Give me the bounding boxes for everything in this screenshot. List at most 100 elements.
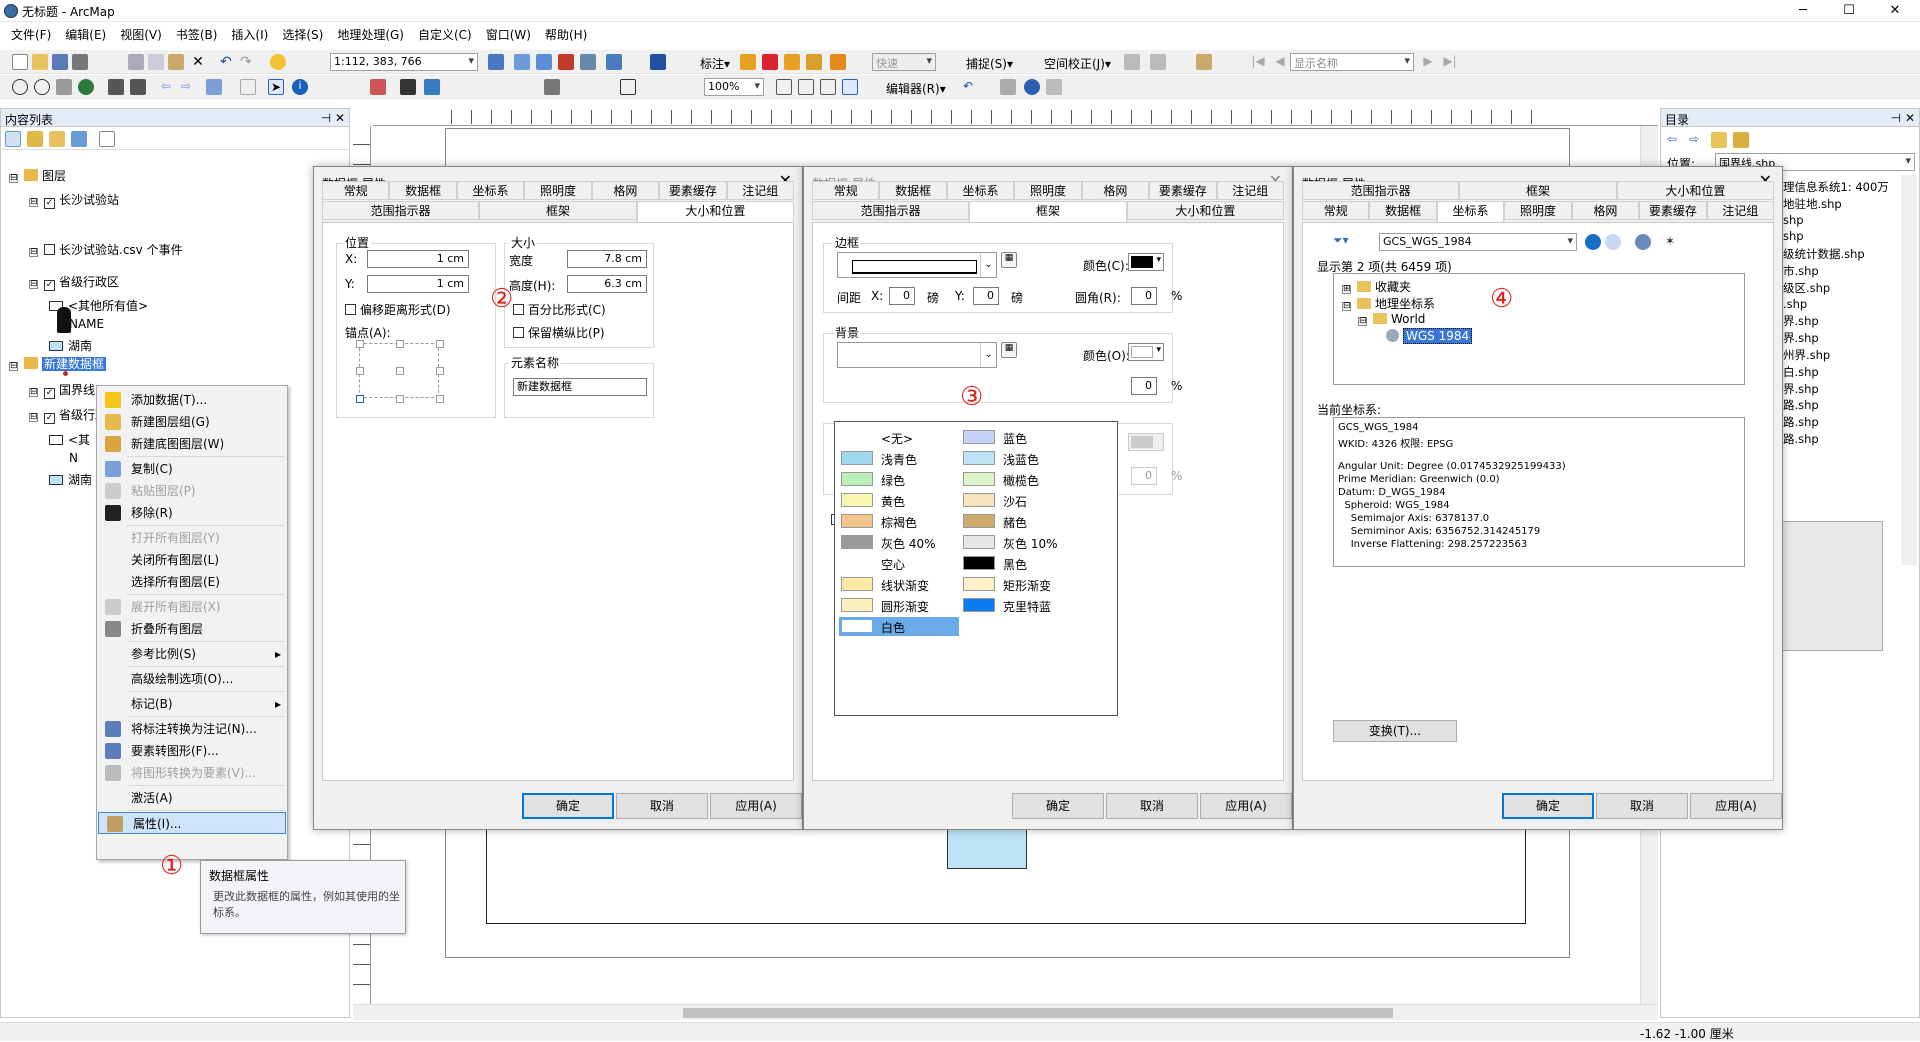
copy-icon[interactable] [148, 54, 164, 70]
element-name-field[interactable]: 新建数据框 [513, 378, 647, 396]
expand-toggle-icon[interactable]: ⊞ [1342, 285, 1351, 294]
context-menu-item[interactable]: 折叠所有图层 [97, 618, 287, 640]
palette-color-option[interactable]: 线状渐变 [839, 575, 959, 594]
toc-item[interactable]: ⊟ 图层 [9, 167, 66, 185]
tab[interactable]: 常规 [1302, 201, 1370, 220]
label-toolbar[interactable]: 标注▾ [700, 55, 730, 72]
focus-dataframe-icon[interactable] [798, 79, 814, 95]
catalog-home-icon[interactable] [1733, 132, 1749, 148]
catalog-up-icon[interactable] [1711, 132, 1727, 148]
catalog-file-item[interactable]: 州界.shp [1783, 347, 1830, 363]
toc-item[interactable]: <其 [49, 431, 90, 449]
palette-color-option[interactable]: 沙石 [961, 491, 1111, 510]
catalog-file-item[interactable]: 白.shp [1783, 364, 1819, 380]
coord-tree-item[interactable]: ⊞ 收藏夹 [1342, 278, 1411, 295]
dialog2-ok-button[interactable]: 确定 [1012, 793, 1104, 819]
catalog-forward-icon[interactable]: ⇨ [1689, 132, 1705, 148]
cut-icon[interactable] [128, 54, 144, 70]
maximize-button[interactable]: ☐ [1826, 0, 1872, 22]
chevron-down-icon[interactable]: ⌄ [980, 253, 996, 277]
toc-item[interactable]: ⊟ 新建数据框 [9, 355, 107, 373]
tab[interactable]: 坐标系 [946, 181, 1015, 200]
border-symbol-button[interactable]: ▦ [1001, 252, 1017, 268]
clear-search-icon[interactable] [1605, 234, 1621, 250]
dialog3-cancel-button[interactable]: 取消 [1596, 793, 1688, 819]
python-icon[interactable] [580, 54, 596, 70]
expand-toggle-icon[interactable]: ⊟ [29, 198, 38, 207]
catalog-file-item[interactable]: 路.shp [1783, 431, 1819, 447]
close-window-button[interactable]: ✕ [1872, 0, 1918, 22]
palette-color-option[interactable]: 黄色 [839, 491, 959, 510]
layer-visibility-checkbox[interactable]: ✓ [44, 413, 55, 424]
tab[interactable]: 大小和位置 [1616, 181, 1774, 200]
expand-toggle-icon[interactable]: ⊟ [29, 413, 38, 422]
palette-color-option[interactable]: 蓝色 [961, 428, 1111, 447]
context-menu-item[interactable]: 移除(R) [97, 502, 287, 524]
label-pause-icon[interactable] [830, 54, 846, 70]
coord-search-combo[interactable]: GCS_WGS_1984 [1379, 233, 1577, 251]
spatial-adjust-toolbar[interactable]: 空间校正(J)▾ [1044, 55, 1111, 72]
zoom-whole-page-icon[interactable] [620, 79, 636, 95]
full-extent-icon[interactable] [78, 79, 94, 95]
menu-bookmarks[interactable]: 书签(B) [169, 23, 225, 46]
select-features-icon[interactable] [206, 79, 222, 95]
snapping-toolbar[interactable]: 捕捉(S)▾ [966, 55, 1013, 72]
identify-results-icon[interactable] [1196, 54, 1212, 70]
menu-customize[interactable]: 自定义(C) [411, 23, 479, 46]
toc-item[interactable]: ⊟ ✓ 长沙试验站 [29, 191, 119, 209]
palette-color-option[interactable]: 圆形渐变 [839, 596, 959, 615]
list-by-source-icon[interactable] [27, 131, 43, 147]
modelbuilder-icon[interactable] [606, 54, 622, 70]
palette-color-option[interactable]: 橄榄色 [961, 470, 1111, 489]
tab[interactable]: 要素缓存 [1639, 201, 1707, 220]
catalog-file-item[interactable]: 级区.shp [1783, 280, 1830, 296]
layer-visibility-checkbox[interactable] [44, 244, 55, 255]
toggle-draft-icon[interactable] [776, 79, 792, 95]
hscroll-thumb[interactable] [683, 1008, 1393, 1018]
catalog-pin-icon[interactable]: ⊣ ✕ [1891, 111, 1915, 125]
menu-file[interactable]: 文件(F) [4, 23, 58, 46]
border-style-combo[interactable]: ⌄ [837, 252, 997, 278]
dialog2-cancel-button[interactable]: 取消 [1106, 793, 1198, 819]
palette-color-option[interactable]: 白色 [839, 617, 959, 636]
width-field[interactable]: 7.8 cm [567, 250, 647, 268]
save-icon[interactable] [52, 54, 68, 70]
anchor-grid[interactable] [356, 340, 444, 403]
filter-icon[interactable]: ⏷▾ [1333, 233, 1349, 249]
catalog-file-item[interactable]: 市.shp [1783, 263, 1819, 279]
context-menu-item[interactable]: 要素转图形(F)... [97, 740, 287, 762]
palette-color-option[interactable]: 空心 [839, 554, 959, 573]
background-symbol-button[interactable]: ▦ [1001, 342, 1017, 358]
toc-item[interactable]: NAME [69, 317, 104, 335]
redo-icon[interactable]: ↷ [240, 54, 256, 70]
catalog-file-item[interactable]: 路.shp [1783, 397, 1819, 413]
catalog-file-item[interactable]: 级统计数据.shp [1783, 246, 1865, 262]
dialog1-cancel-button[interactable]: 取消 [616, 793, 708, 819]
palette-color-option[interactable]: 浅蓝色 [961, 449, 1111, 468]
measure-icon[interactable] [370, 79, 386, 95]
tab[interactable]: 格网 [591, 181, 660, 200]
delete-icon[interactable]: ✕ [190, 54, 206, 70]
palette-color-option[interactable]: 灰色 40% [839, 533, 959, 552]
show-name-combo[interactable]: 显示名称 [1290, 53, 1414, 71]
palette-color-option[interactable]: 浅青色 [839, 449, 959, 468]
list-by-visibility-icon[interactable] [49, 131, 65, 147]
layer-visibility-checkbox[interactable]: ✓ [44, 388, 55, 399]
layout-zoom-combo[interactable]: 100% [704, 78, 764, 96]
tab[interactable]: 注记组 [1706, 201, 1774, 220]
tab[interactable]: 坐标系 [1436, 201, 1505, 222]
background-style-combo[interactable]: ⌄ [837, 342, 997, 368]
back-icon[interactable]: ⇦ [158, 79, 174, 95]
menu-insert[interactable]: 插入(I) [224, 23, 275, 46]
fixed-zoom-in-icon[interactable] [108, 79, 124, 95]
edit-undo-icon[interactable]: ↶ [960, 79, 976, 95]
keep-ratio-cb[interactable] [513, 327, 524, 338]
menu-windows[interactable]: 窗口(W) [479, 23, 538, 46]
expand-toggle-icon[interactable]: ⊟ [9, 362, 18, 371]
undo-icon[interactable]: ↶ [220, 54, 236, 70]
tab[interactable]: 格网 [1571, 201, 1640, 220]
palette-color-option[interactable]: 棕褐色 [839, 512, 959, 531]
network-icon[interactable] [650, 54, 666, 70]
tab[interactable]: 范围指示器 [1302, 181, 1460, 200]
data-driven-pages-icon[interactable] [842, 79, 858, 95]
